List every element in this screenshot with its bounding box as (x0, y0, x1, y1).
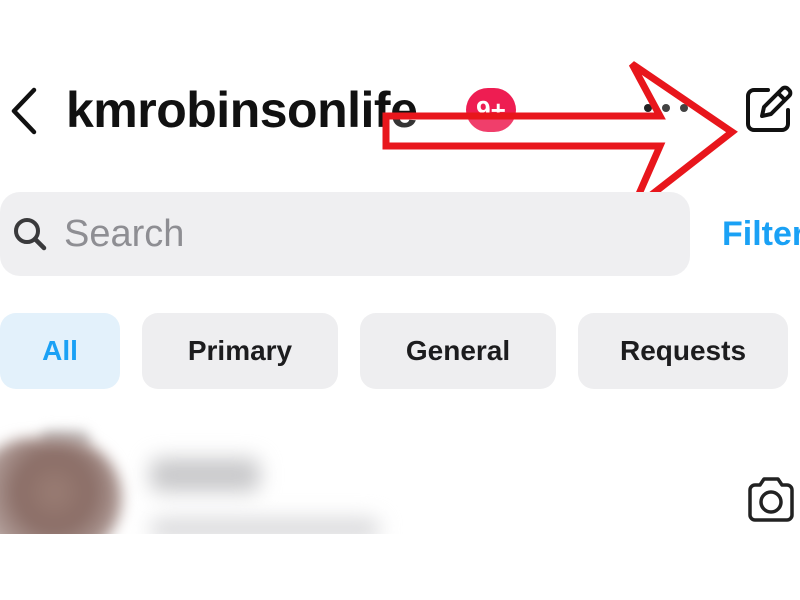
back-button[interactable] (6, 82, 46, 140)
compose-icon (746, 85, 793, 132)
new-message-button[interactable] (738, 80, 798, 140)
tab-general[interactable]: General (360, 313, 556, 389)
conversation-preview-blurred (150, 518, 380, 534)
more-options-button[interactable] (640, 98, 692, 118)
stage: kmrobinsonlife 9+ Search Filter All Prim… (0, 0, 800, 600)
search-input[interactable] (64, 206, 664, 262)
conversation-name-blurred (150, 458, 260, 492)
unread-badge: 9+ (466, 88, 516, 132)
ellipsis-icon (644, 104, 652, 112)
ellipsis-dot (662, 104, 670, 112)
tab-all[interactable]: All (0, 313, 120, 389)
tab-primary[interactable]: Primary (142, 313, 338, 389)
avatar[interactable] (0, 438, 122, 534)
search-icon (10, 214, 50, 254)
account-username[interactable]: kmrobinsonlife (66, 80, 418, 140)
messages-screen: kmrobinsonlife 9+ Search Filter All Prim… (0, 0, 800, 534)
bottom-padding (0, 534, 800, 600)
chevron-left-icon (11, 87, 37, 135)
ellipsis-dot (680, 104, 688, 112)
camera-button[interactable] (744, 474, 798, 526)
search-bar[interactable] (0, 192, 690, 276)
conversation-row[interactable] (0, 430, 800, 534)
filter-button[interactable]: Filter (722, 212, 800, 256)
tab-requests[interactable]: Requests (578, 313, 788, 389)
camera-icon (748, 477, 794, 522)
